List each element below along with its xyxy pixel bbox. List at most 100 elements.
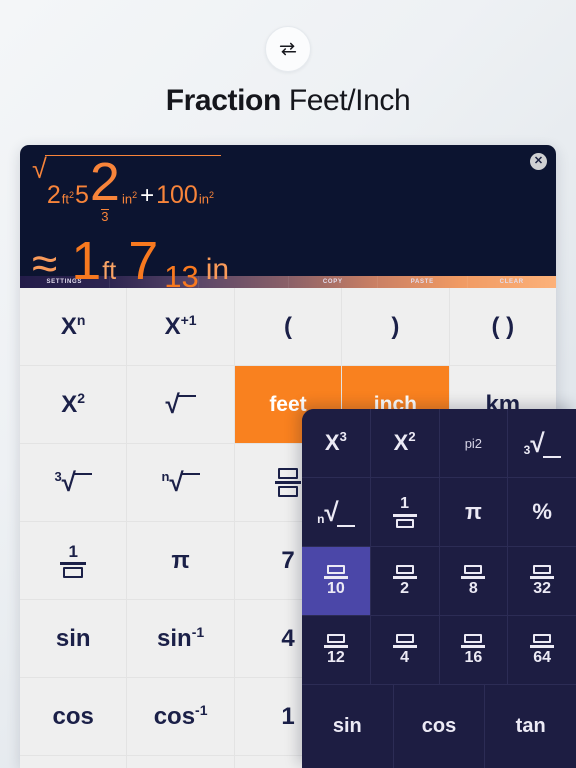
fraction-denominator: 32 [533,579,552,597]
fraction-denominator: 10 [326,579,345,597]
key-label: X [61,390,78,418]
fraction-bar [461,645,486,648]
key-tan[interactable] [20,756,127,768]
okey-frac-32[interactable]: 32 [508,547,576,615]
key-paren-open[interactable]: ( [234,288,342,365]
fraction-numerator-box [464,634,483,644]
okey-frac-2[interactable]: 2 [370,547,439,615]
fraction-bar [530,576,555,579]
key-x-pow-n[interactable]: Xn [20,288,127,365]
key-sin-inverse[interactable]: sin -1 [127,600,234,677]
fraction-glyph: 8 [461,565,486,597]
okey-pi2[interactable]: pi2 [439,409,508,477]
okey-frac-10[interactable]: 10 [302,547,370,615]
fraction-glyph: 16 [461,634,486,666]
key-label: 7 [281,546,295,574]
key-label: π [171,546,190,574]
root-index: 3 [54,469,62,484]
swap-horizontal-icon [277,38,299,60]
radical-bar [542,455,561,458]
fraction-numerator-box [277,468,298,479]
radical-glyph: √ [61,467,76,497]
root-index: n [161,469,170,484]
radical-bar [336,524,355,527]
expr-value-5: 5 [74,181,89,209]
okey-one-over-box[interactable]: 1 [370,478,439,546]
overlay-key-label: pi2 [464,435,483,451]
root-index: 3 [523,442,531,457]
swap-units-button[interactable] [265,26,311,72]
key-paren-close[interactable]: ) [342,288,449,365]
fraction-glyph: 64 [530,634,555,666]
overlay-key-superscript: 3 [339,428,347,444]
close-icon[interactable]: ✕ [530,153,547,170]
expr-unit-ft2: ft2 [61,189,74,206]
key-cos-inverse[interactable]: cos -1 [127,678,234,755]
okey-pi[interactable]: π [439,478,508,546]
fraction-glyph: 1 [60,543,87,578]
fraction-numerator-box [395,634,414,644]
fraction-numerator-box [395,565,414,575]
fraction-denominator: 4 [400,648,410,666]
okey-frac-16[interactable]: 16 [439,616,508,684]
overlay-key-label: tan [515,715,546,737]
expr-value-100: 100 [156,181,198,209]
okey-x-squared[interactable]: X2 [370,409,439,477]
okey-cube-root[interactable]: 3√ [508,409,576,477]
fraction-numerator-box [533,634,552,644]
key-one-over-box[interactable]: 1 [20,522,127,599]
radical-group: √ 2 ft2 5 2 3 in2 + 100 in2 [32,155,221,226]
okey-frac-12[interactable]: 12 [302,616,370,684]
fraction-denominator: 16 [464,648,483,666]
radical-glyph: √ [530,427,545,458]
okey-sin[interactable]: sin [302,685,393,768]
key-label-superscript: n [76,311,86,328]
key-label: 1 [281,702,295,730]
fraction-numerator: 1 [400,495,410,513]
okey-frac-4[interactable]: 4 [370,616,439,684]
overlay-key-label: cos [421,715,457,737]
okey-nth-root[interactable]: n√ [302,478,370,546]
overlay-key-label: X [324,430,340,455]
key-pi[interactable]: π [127,522,234,599]
okey-x-cubed[interactable]: X3 [302,409,370,477]
fraction-bar [392,645,417,648]
radical-glyph: √ [165,389,180,419]
fraction-denominator-box [277,486,298,497]
key-tan-inverse[interactable] [127,756,234,768]
key-label: cos [153,702,196,730]
key-x-squared[interactable]: X2 [20,366,127,443]
key-label: 4 [281,624,295,652]
fraction-bar [323,576,348,579]
key-x-plus-1[interactable]: X +1 [127,288,234,365]
radical-bar [181,473,200,475]
okey-tan[interactable]: tan [485,685,576,768]
key-cube-root[interactable]: 3 √ [20,444,127,521]
key-parens[interactable]: ( ) [449,288,556,365]
okey-frac-8[interactable]: 8 [439,547,508,615]
page-title-bold: Fraction [165,84,282,117]
expr-frac-denominator: 3 [101,209,109,224]
fraction-precision-panel: X 3 X 2 pi2 3√ n√ 1 π% 10 2 8 32 12 4 16 64 sin cos tan [302,409,576,768]
result-inch-unit: in [205,253,230,286]
okey-cos[interactable]: cos [393,685,485,768]
key-sin[interactable]: sin [20,600,127,677]
okey-percent[interactable]: % [508,478,576,546]
expr-fraction-2-3: 2 3 [90,155,120,223]
fraction-bar [392,576,417,579]
fraction-numerator-box [326,634,345,644]
key-sqrt[interactable]: √ [127,366,234,443]
key-label: ( ) [491,312,515,340]
okey-frac-64[interactable]: 64 [508,616,576,684]
fraction-numerator-box [464,565,483,575]
key-label: ( [283,312,292,340]
fraction-numerator-box [326,565,345,575]
fraction-bar [323,645,348,648]
key-nth-root[interactable]: n √ [127,444,234,521]
expr-unit-in2-b: in2 [198,189,214,206]
key-cos[interactable]: cos [20,678,127,755]
expr-value-2: 2 [46,181,61,209]
radical-bar [73,473,92,475]
overlay-key-label: % [532,499,552,524]
fraction-glyph: 10 [323,565,348,597]
